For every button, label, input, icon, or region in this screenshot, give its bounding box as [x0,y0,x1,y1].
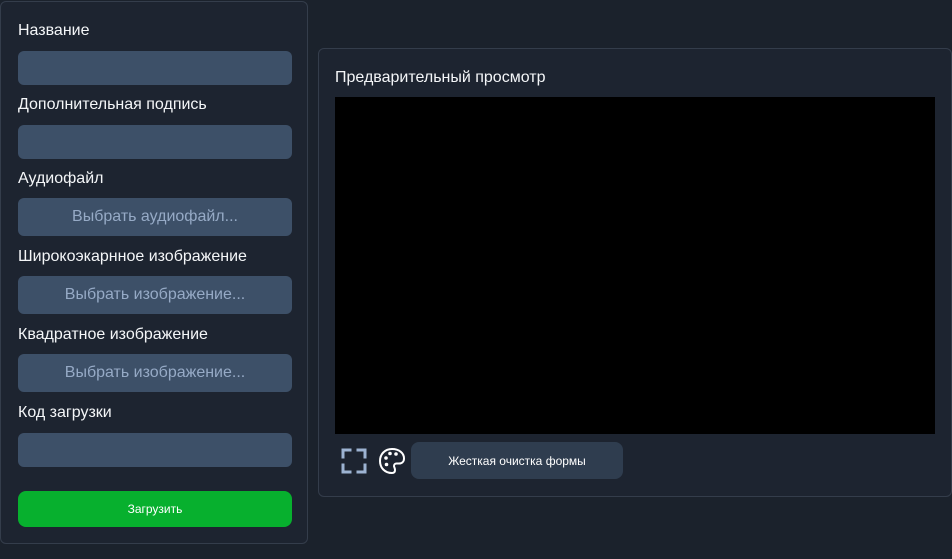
upload-code-label: Код загрузки [18,404,112,421]
choose-square-image-button[interactable]: Выбрать изображение... [18,354,292,392]
palette-icon [378,447,406,475]
title-label: Название [18,22,90,39]
choose-wide-image-button[interactable]: Выбрать изображение... [18,276,292,314]
palette-button[interactable] [376,445,408,477]
upload-code-input[interactable] [18,433,292,467]
subtitle-input[interactable] [18,125,292,159]
title-input[interactable] [18,51,292,85]
audio-label: Аудиофайл [18,170,104,187]
preview-title: Предварительный просмотр [335,69,546,86]
preview-canvas [335,97,935,434]
fullscreen-button[interactable] [338,445,370,477]
preview-panel: Предварительный просмотр Жесткая очистка… [318,48,952,497]
upload-form-panel: Название Дополнительная подпись Аудиофай… [0,1,308,544]
hard-reset-form-button[interactable]: Жесткая очистка формы [411,442,623,479]
choose-audio-button[interactable]: Выбрать аудиофайл... [18,198,292,236]
upload-button[interactable]: Загрузить [18,491,292,527]
subtitle-label: Дополнительная подпись [18,96,207,113]
square-image-label: Квадратное изображение [18,326,208,343]
wide-image-label: Широкоэкарнное изображение [18,248,247,265]
fullscreen-icon [341,448,367,474]
